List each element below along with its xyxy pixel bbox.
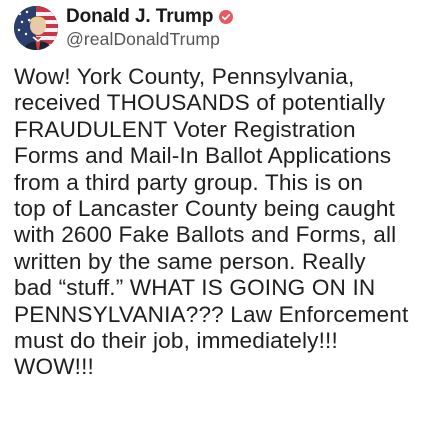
post-text-line: Wow! York County, Pennsylvania, [14,64,355,89]
post-text-line: PENNSYLVANIA??? Law Enforcement [14,301,409,327]
post-text-line: with 2600 Fake Ballots and Forms, all [14,222,397,248]
display-name-row: Donald J. Trump [66,4,234,29]
verified-badge-icon [219,9,234,24]
post-text: Wow! York County, Pennsylvania, received … [14,64,424,381]
post-header: Donald J. Trump @realDonaldTrump [14,4,414,54]
display-name[interactable]: Donald J. Trump [66,6,213,28]
post-text-line: written by the same person. Really [14,248,366,274]
post-text-line: from a third party group. This is on [14,169,364,195]
user-handle[interactable]: @realDonaldTrump [66,29,233,50]
post-text-line: bad “stuff.” WHAT IS GOING ON IN [14,275,376,301]
post-text-line: must do their job, immediately!!! [14,328,338,354]
post-text-line: Forms and Mail-In Ballot Applications [14,143,392,169]
post-text-line: received THOUSANDS of potentially [14,90,386,116]
post-text-line: top of Lancaster County being caught [14,196,395,222]
social-post: Donald J. Trump @realDonaldTrump Wow! Yo… [0,0,428,435]
author-info: Donald J. Trump @realDonaldTrump [66,4,234,50]
post-text-line: WOW!!! [14,354,94,380]
avatar[interactable] [14,6,58,50]
post-text-line: FRAUDULENT Voter Registration [14,116,356,142]
